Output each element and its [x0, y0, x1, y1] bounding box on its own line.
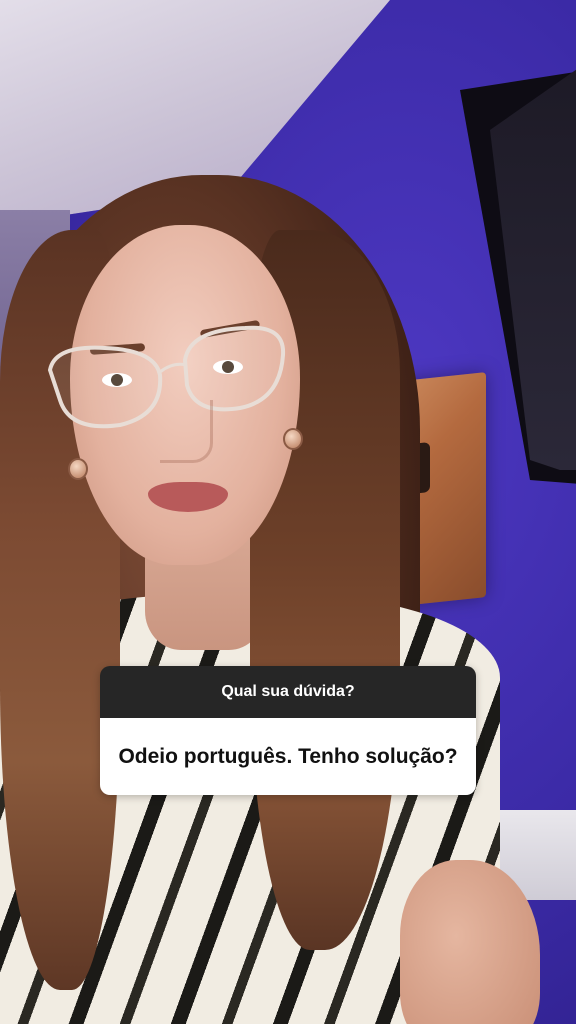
- earring-right: [283, 428, 303, 450]
- earring-left: [68, 458, 88, 480]
- question-sticker[interactable]: Qual sua dúvida? Odeio português. Tenho …: [100, 666, 476, 795]
- question-answer: Odeio português. Tenho solução?: [100, 718, 476, 795]
- question-prompt: Qual sua dúvida?: [100, 666, 476, 718]
- story-frame: Qual sua dúvida? Odeio português. Tenho …: [0, 0, 576, 1024]
- nose: [160, 400, 213, 463]
